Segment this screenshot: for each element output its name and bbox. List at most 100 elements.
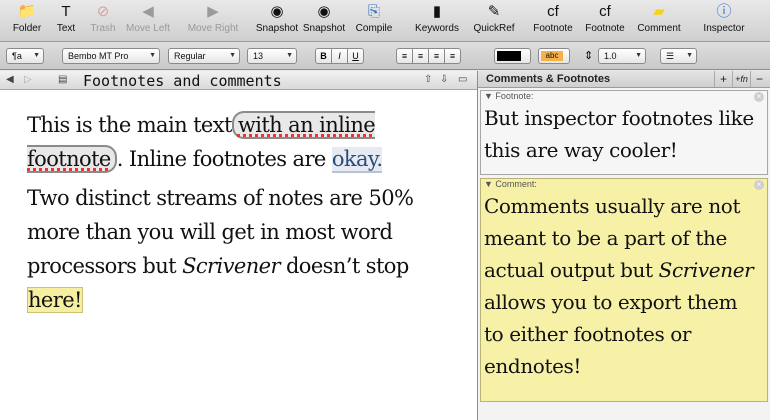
editor-pane[interactable]: This is the main text with an inline foot… (0, 90, 477, 420)
toolbar-button-move-left[interactable]: ◀ Move Left (120, 2, 176, 40)
line-spacing-select[interactable]: 1.0 ▼ (598, 48, 646, 64)
toolbar-button-footnote[interactable]: cf Footnote (582, 2, 628, 40)
chevron-down-icon: ▼ (149, 52, 156, 59)
toolbar-button-label: Compile (355, 23, 393, 34)
format-bar: ¶a ▼ Bembo MT Pro ▼ Regular ▼ 13 ▼ B I U… (0, 42, 770, 70)
toolbar-button-keywords[interactable]: ▮ Keywords (412, 2, 462, 40)
text-run: . Inline footnotes are (116, 147, 332, 171)
toolbar-button-label: Footnote (533, 23, 573, 34)
align-justify-icon[interactable]: ≡ (444, 48, 461, 64)
footnote-label: ▼ Footnote: (484, 91, 534, 101)
chevron-down-icon: ▼ (686, 52, 693, 59)
toolbar-button-compile[interactable]: ⎘ Compile (351, 2, 397, 40)
toolbar-button-label: Snapshot (302, 23, 346, 34)
text-style-buttons: B I U (315, 48, 364, 64)
chevron-down-icon: ▼ (635, 52, 642, 59)
toolbar-button-label: Snapshot (255, 23, 299, 34)
chevron-down-icon: ▼ (229, 52, 236, 59)
italic-button[interactable]: I (331, 48, 348, 64)
camera-icon: ◉ (270, 3, 284, 20)
toolbar-button-text[interactable]: T Text (52, 2, 80, 40)
footnote-card[interactable]: ▼ Footnote: × But inspector footnotes li… (480, 90, 768, 175)
footnote-text[interactable]: But inspector footnotes like this are wa… (484, 102, 761, 166)
font-style-select[interactable]: Regular ▼ (168, 48, 240, 64)
toolbar-button-snapshot[interactable]: ◉ Snapshot (254, 2, 300, 40)
toolbar-button-folder[interactable]: 📁 Folder (8, 2, 46, 40)
toolbar-button-comment[interactable]: ▰ Comment (633, 2, 685, 40)
footnote-anchor[interactable]: okay. (331, 147, 383, 173)
forward-arrow-icon[interactable]: ▷ (24, 74, 32, 85)
toolbar-button-move-right[interactable]: ▶ Move Right (180, 2, 246, 40)
toolbar-button-inspector[interactable]: ⓘ Inspector (698, 2, 750, 40)
text-run: This is the main text (27, 113, 232, 137)
text-run: allows you to export them to either foot… (484, 290, 738, 378)
paragraph-2: Two distinct streams of notes are 50% mo… (27, 181, 447, 317)
close-icon[interactable]: × (754, 180, 764, 190)
down-arrow-icon[interactable]: ⇩ (440, 74, 448, 85)
italic-text: Scrivener (658, 258, 754, 282)
font-size-select[interactable]: 13 ▼ (247, 48, 297, 64)
inspector-icon: ⓘ (716, 3, 732, 20)
text-color-well[interactable] (494, 48, 531, 64)
font-style-value: Regular (174, 51, 206, 61)
inspector-title: Comments & Footnotes (486, 73, 611, 85)
camera-compare-icon: ◉ (317, 3, 331, 20)
line-spacing-icon: ⇕ (584, 50, 594, 62)
split-view-icon[interactable]: ▭ (458, 74, 467, 85)
back-arrow-icon[interactable]: ◀ (6, 74, 14, 85)
font-family-select[interactable]: Bembo MT Pro ▼ (62, 48, 160, 64)
italic-text: Scrivener (182, 254, 280, 278)
text-document-icon: T (61, 3, 71, 20)
add-footnote-button[interactable]: +fn (732, 71, 750, 87)
inspector-header: Comments & Footnotes + +fn − (478, 71, 770, 88)
text-run: doesn’t stop (279, 254, 409, 278)
document-icon: ▤ (58, 74, 68, 85)
move-right-icon: ▶ (207, 3, 219, 20)
line-spacing-value: 1.0 (604, 51, 617, 61)
bold-button[interactable]: B (315, 48, 332, 64)
toolbar-button-label: Text (56, 23, 76, 34)
comment-icon: ▰ (653, 3, 665, 20)
toolbar-button-label: Keywords (415, 23, 459, 34)
editor-text[interactable]: This is the main text with an inline foot… (27, 108, 447, 322)
document-title: Footnotes and comments (83, 72, 282, 90)
toolbar-button-label: QuickRef (473, 23, 515, 34)
toolbar-button-label: Move Right (187, 23, 239, 34)
toolbar-button-quickref[interactable]: ✎ QuickRef (469, 2, 519, 40)
highlight-color-well[interactable]: abc (538, 48, 570, 64)
toolbar-button-label: Footnote (585, 23, 625, 34)
style-select[interactable]: ¶a ▼ (6, 48, 44, 64)
close-icon[interactable]: × (754, 92, 764, 102)
toolbar-button-trash[interactable]: ⊘ Trash (88, 2, 118, 40)
toolbar-button-snapshot[interactable]: ◉ Snapshot (301, 2, 347, 40)
list-style-select[interactable]: ☰ ▼ (660, 48, 697, 64)
toolbar-button-footnote[interactable]: cf Footnote (530, 2, 576, 40)
font-size-value: 13 (253, 51, 264, 61)
highlight-swatch: abc (541, 51, 563, 61)
quickref-icon: ✎ (487, 3, 501, 20)
align-left-icon[interactable]: ≡ (396, 48, 413, 64)
comment-text[interactable]: Comments usually are not meant to be a p… (484, 190, 761, 382)
paragraph-1: This is the main text with an inline foot… (27, 108, 447, 176)
keywords-icon: ▮ (432, 3, 442, 20)
move-left-icon: ◀ (142, 3, 154, 20)
comment-card[interactable]: ▼ Comment: × Comments usually are not me… (480, 178, 768, 402)
main-toolbar: 📁 Folder T Text ⊘ Trash ◀ Move Left ▶ Move Right ◉… (0, 0, 770, 42)
align-right-icon[interactable]: ≡ (428, 48, 445, 64)
chevron-down-icon: ▼ (33, 52, 40, 59)
delete-note-button[interactable]: − (750, 71, 768, 87)
comment-label-text: Comment: (495, 179, 537, 189)
up-arrow-icon[interactable]: ⇧ (424, 74, 432, 85)
add-comment-button[interactable]: + (714, 71, 732, 87)
underline-button[interactable]: U (347, 48, 364, 64)
comment-anchor[interactable]: here! (27, 287, 83, 313)
toolbar-button-label: Move Left (126, 23, 170, 34)
alignment-buttons: ≡ ≡ ≡ ≡ (396, 48, 461, 64)
inspector-notes-pane: ▼ Footnote: × But inspector footnotes li… (478, 88, 770, 420)
footnote-label-text: Footnote: (495, 91, 534, 101)
trash-icon: ⊘ (96, 3, 110, 20)
editor-header: ◀ ▷ ▤ Footnotes and comments ⇧ ⇩ ▭ (0, 71, 477, 90)
align-center-icon[interactable]: ≡ (412, 48, 429, 64)
font-family-value: Bembo MT Pro (68, 51, 129, 61)
text-color-swatch (497, 51, 521, 61)
